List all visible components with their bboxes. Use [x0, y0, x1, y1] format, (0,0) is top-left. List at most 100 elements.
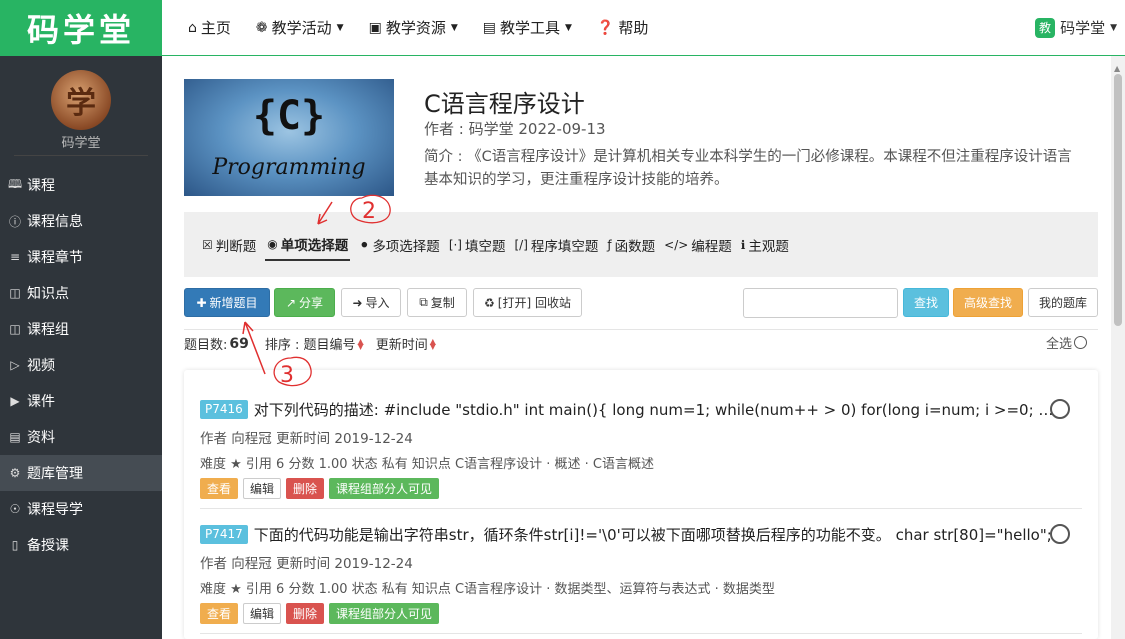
sidebar-item-courseware[interactable]: ▶ 课件 [0, 383, 162, 419]
select-radio[interactable] [1050, 524, 1070, 544]
nav-resources[interactable]: ▣ 教学资源 ▼ [369, 17, 458, 38]
visibility-button[interactable]: 课程组部分人可见 [329, 478, 440, 499]
question-id: P7416 [200, 399, 248, 419]
sort-by-time[interactable]: 更新时间 ▲ ▼ [376, 334, 436, 353]
sidebar-item-label: 课程信息 [27, 214, 83, 230]
import-button[interactable]: ➜ 导入 [341, 288, 401, 317]
tab-programming[interactable]: </> 编程题 [664, 229, 732, 261]
sidebar-item-label: 课程导学 [27, 502, 83, 518]
sidebar-item-question-bank[interactable]: ⚙ 题库管理 [0, 455, 162, 491]
question-actions: 查看 编辑 删除 课程组部分人可见 [200, 478, 1082, 499]
view-button[interactable]: 查看 [200, 603, 239, 624]
tab-program-fill[interactable]: [/] 程序填空题 [515, 229, 599, 261]
edit-button[interactable]: 编辑 [243, 478, 282, 499]
avatar[interactable]: 学 [51, 70, 111, 130]
trash-icon: ♻ [484, 295, 495, 310]
scrollbar[interactable]: ▲ [1111, 56, 1125, 639]
sort-arrows-icon: ▲ ▼ [357, 336, 364, 351]
user-menu[interactable]: 教 码学堂 ▼ [1035, 17, 1117, 38]
sidebar-item-course-info[interactable]: ⓘ 课程信息 [0, 203, 162, 239]
advanced-search-button[interactable]: 高级查找 [953, 288, 1023, 317]
radio-icon: ◉ [267, 236, 278, 251]
delete-button[interactable]: 删除 [286, 478, 325, 499]
sidebar-item-course-group[interactable]: ◫ 课程组 [0, 311, 162, 347]
share-label: 分享 [299, 296, 324, 310]
select-all-radio[interactable] [1074, 336, 1088, 349]
function-icon: ƒ [607, 237, 612, 252]
sidebar-item-knowledge[interactable]: ◫ 知识点 [0, 275, 162, 311]
scroll-up-icon[interactable]: ▲ [1114, 64, 1120, 73]
file-play-icon: ▶ [10, 394, 20, 408]
notebook-icon: ▯ [11, 538, 19, 552]
sidebar-item-chapters[interactable]: ≡ 课程章节 [0, 239, 162, 275]
my-question-bank-button[interactable]: 我的题库 [1028, 288, 1098, 317]
sidebar-item-guide[interactable]: ☉ 课程导学 [0, 491, 162, 527]
sidebar-item-course[interactable]: 🕮 课程 [0, 167, 162, 203]
question-text[interactable]: 下面的代码功能是输出字符串str，循环条件str[i]!='\0'可以被下面哪项… [254, 524, 1054, 545]
find-label: 查找 [913, 296, 938, 310]
group-icon: ◫ [9, 322, 21, 336]
question-meta: 作者 向程冠 更新时间 2019-12-24 [200, 431, 413, 447]
scroll-thumb[interactable] [1114, 74, 1122, 326]
question-text[interactable]: 对下列代码的描述: #include "stdio.h" int main(){… [254, 399, 1054, 420]
logo[interactable]: 码学堂 [27, 5, 135, 51]
cursor-icon: ℹ [740, 237, 746, 252]
view-button[interactable]: 查看 [200, 478, 239, 499]
tab-function[interactable]: ƒ 函数题 [607, 229, 655, 261]
recycle-bin-button[interactable]: ♻ [打开] 回收站 [473, 288, 582, 317]
nav-home[interactable]: ⌂ 主页 [188, 17, 231, 38]
tab-single-choice[interactable]: ◉ 单项选择题 [265, 229, 351, 261]
count-label: 题目数: [184, 338, 228, 353]
logo-bar[interactable]: 码学堂 [0, 0, 162, 56]
sort-by-id[interactable]: 排序 : 题目编号 ▲ ▼ [265, 334, 364, 353]
user-badge: 教 [1035, 17, 1056, 38]
divider [200, 508, 1082, 509]
sidebar-item-prepare[interactable]: ▯ 备授课 [0, 527, 162, 563]
tab-multi-choice[interactable]: ⚫ 多项选择题 [359, 229, 440, 261]
sort-arrows-icon: ▲ ▼ [429, 336, 436, 351]
question-count: 69 [229, 335, 249, 352]
question-type-tabs: ☒ 判断题 ◉ 单项选择题 ⚫ 多项选择题 [·] 填空题 [/] 程序填空题 ƒ 函数题 … [184, 212, 1098, 277]
nav-resources-label: 教学资源 [385, 19, 446, 37]
my-question-bank-label: 我的题库 [1038, 296, 1087, 310]
course-intro: 简介 : 《C语言程序设计》是计算机相关专业本科学生的一门必修课程。本课程不但注… [424, 149, 1072, 188]
delete-button[interactable]: 删除 [286, 603, 325, 624]
nav-help[interactable]: ❓ 帮助 [597, 17, 648, 38]
sidebar-item-label: 题库管理 [27, 466, 83, 482]
nav-activities-label: 教学活动 [271, 19, 332, 37]
import-label: 导入 [365, 296, 390, 310]
tab-label: 主观题 [748, 238, 789, 255]
find-button[interactable]: 查找 [903, 288, 949, 317]
sidebar-item-label: 资料 [27, 430, 55, 446]
select-all[interactable]: 全选 [1046, 333, 1088, 352]
sidebar-item-label: 视频 [27, 358, 55, 374]
cover-code: {C} [252, 93, 326, 139]
info-icon: ⓘ [8, 214, 21, 229]
nav-tools-label: 教学工具 [499, 19, 560, 37]
share-button[interactable]: ↗ 分享 [274, 288, 335, 317]
nav-tools[interactable]: ▤ 教学工具 ▼ [483, 17, 572, 38]
question-info: 难度 ★ 引用 6 分数 1.00 状态 私有 知识点 C语言程序设计 · 数据… [200, 582, 775, 597]
copy-button[interactable]: ⧉ 复制 [407, 288, 467, 317]
nav-activities[interactable]: ❁ 教学活动 ▼ [256, 17, 344, 38]
sidebar-item-materials[interactable]: ▤ 资料 [0, 419, 162, 455]
share-icon: ↗ [285, 295, 297, 310]
list-item: P7417 下面的代码功能是输出字符串str，循环条件str[i]!='\0'可… [200, 523, 1082, 624]
select-radio[interactable] [1050, 399, 1070, 419]
tab-label: 单项选择题 [280, 237, 349, 254]
tab-true-false[interactable]: ☒ 判断题 [202, 229, 256, 261]
tab-subjective[interactable]: ℹ 主观题 [741, 229, 789, 261]
tab-fill-blank[interactable]: [·] 填空题 [449, 229, 506, 261]
nav-help-label: 帮助 [618, 19, 649, 37]
top-navbar: ⌂ 主页 ❁ 教学活动 ▼ ▣ 教学资源 ▼ ▤ 教学工具 ▼ ❓ 帮助 教 码学堂 ▼ [162, 0, 1125, 56]
question-title[interactable]: P7417 下面的代码功能是输出字符串str，循环条件str[i]!='\0'可… [200, 523, 1082, 545]
add-question-button[interactable]: ✚ 新增题目 [184, 288, 270, 317]
visibility-button[interactable]: 课程组部分人可见 [329, 603, 440, 624]
search-input[interactable] [743, 288, 898, 318]
chevron-down-icon: ▼ [565, 22, 572, 33]
document-icon: ▤ [9, 430, 21, 444]
question-title[interactable]: P7416 对下列代码的描述: #include "stdio.h" int m… [200, 398, 1082, 420]
edit-button[interactable]: 编辑 [243, 603, 282, 624]
sidebar-item-video[interactable]: ▷ 视频 [0, 347, 162, 383]
sidebar-item-label: 备授课 [27, 538, 69, 554]
